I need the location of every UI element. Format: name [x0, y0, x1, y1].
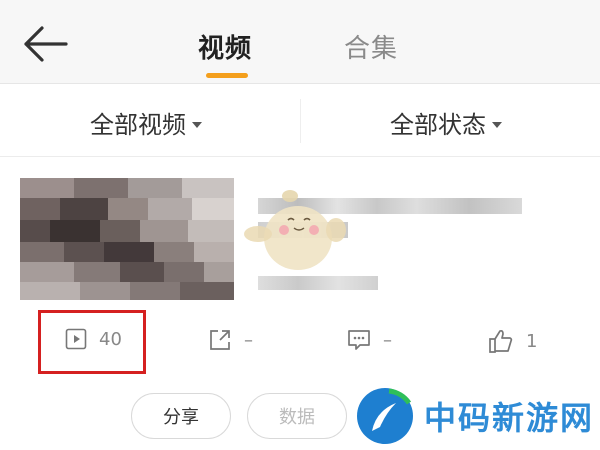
data-button[interactable]: 数据 — [247, 393, 347, 439]
pixelated-thumbnail-image — [20, 178, 234, 300]
share-count-value: – — [244, 329, 253, 351]
comment-count-value: – — [383, 329, 392, 351]
comment-icon — [348, 330, 370, 350]
share-count[interactable]: – — [208, 328, 253, 352]
back-button[interactable] — [20, 22, 70, 66]
share-icon — [210, 330, 230, 350]
video-thumbnail[interactable] — [20, 178, 234, 300]
active-tab-indicator — [206, 73, 248, 78]
filter-divider — [300, 99, 301, 143]
annotation-highlight-box — [38, 310, 146, 374]
video-meta-blurred — [258, 276, 378, 290]
thumbs-up-icon — [489, 329, 513, 353]
caret-down-icon — [192, 121, 202, 128]
top-navigation-bar: 视频 合集 — [0, 0, 600, 84]
like-count[interactable]: 1 — [488, 328, 537, 354]
like-count-value: 1 — [526, 330, 538, 352]
status-filter-label: 全部状态 — [390, 111, 486, 139]
watermark-text: 中码新游网 — [424, 399, 595, 437]
tab-collection[interactable]: 合集 — [344, 28, 398, 65]
watermark-logo — [357, 388, 413, 444]
tab-video[interactable]: 视频 — [198, 28, 252, 65]
status-filter-dropdown[interactable]: 全部状态 — [390, 105, 502, 140]
comment-count[interactable]: – — [347, 328, 392, 352]
site-watermark: 中码新游网 — [356, 384, 596, 448]
video-filter-label: 全部视频 — [90, 111, 186, 139]
filter-bar: 全部视频 全部状态 — [0, 85, 600, 157]
caret-down-icon — [492, 121, 502, 128]
share-button[interactable]: 分享 — [131, 393, 231, 439]
video-filter-dropdown[interactable]: 全部视频 — [90, 105, 202, 140]
arrow-left-icon — [24, 26, 68, 62]
mascot-sticker — [244, 190, 346, 270]
